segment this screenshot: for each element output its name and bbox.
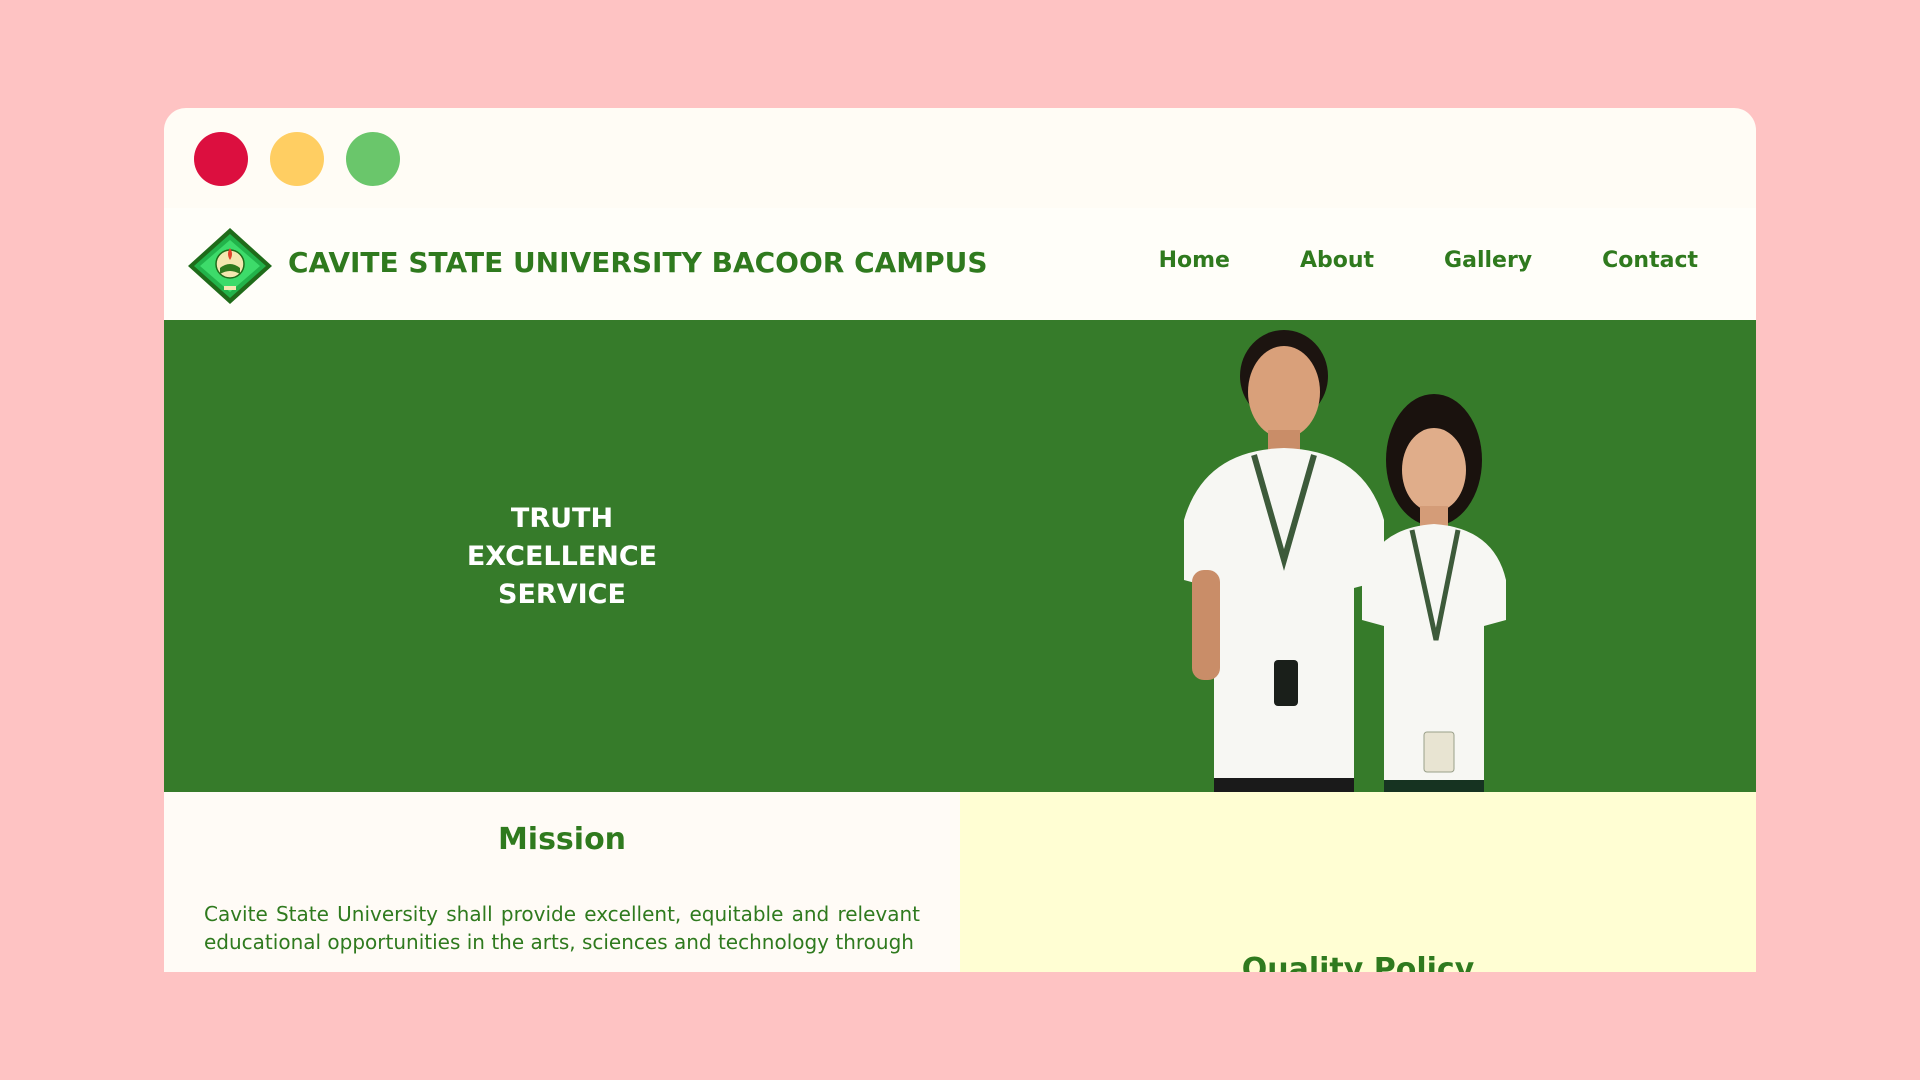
students-photo [1184,330,1506,792]
hero-banner: TRUTH EXCELLENCE SERVICE [164,320,1756,792]
browser-window: CAVITE STATE UNIVERSITY BACOOR CAMPUS Ho… [164,108,1756,972]
site-title[interactable]: CAVITE STATE UNIVERSITY BACOOR CAMPUS [288,246,988,279]
nav-gallery[interactable]: Gallery [1444,248,1532,273]
mission-title: Mission [497,822,627,857]
nav-about[interactable]: About [1300,248,1374,273]
quality-policy-title: Quality Policy [1241,952,1475,972]
mission-text: Cavite State University shall provide ex… [204,902,920,954]
university-seal-icon[interactable] [186,226,274,306]
site-header: CAVITE STATE UNIVERSITY BACOOR CAMPUS Ho… [164,208,1756,320]
motto-line-truth: TRUTH [510,503,614,534]
hero-motto: TRUTH EXCELLENCE SERVICE [164,500,960,614]
close-window-button[interactable] [194,132,248,186]
main-nav: Home About Gallery Contact [1159,248,1698,273]
female-student-figure [1362,394,1506,792]
motto-line-service: SERVICE [498,579,626,610]
mission-section: Mission Cavite State University shall pr… [164,792,960,972]
quality-policy-section: Quality Policy [960,792,1756,972]
minimize-window-button[interactable] [270,132,324,186]
nav-home[interactable]: Home [1159,248,1230,273]
maximize-window-button[interactable] [346,132,400,186]
male-student-figure [1184,330,1384,792]
motto-line-excellence: EXCELLENCE [466,541,658,572]
window-titlebar [164,108,1756,208]
nav-contact[interactable]: Contact [1602,248,1698,273]
